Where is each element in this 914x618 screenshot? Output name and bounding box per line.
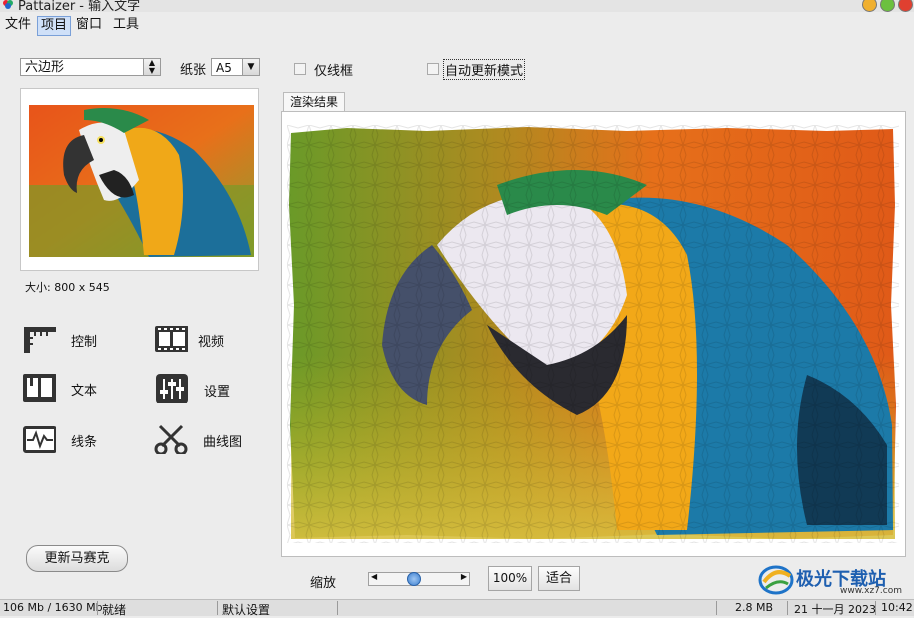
- spinner-arrows-icon[interactable]: ▲ ▼: [143, 59, 160, 75]
- paper-select[interactable]: A5 ▼: [211, 58, 260, 76]
- mosaic-render-image: [287, 125, 899, 543]
- update-mosaic-button[interactable]: 更新马赛克: [26, 545, 128, 572]
- zoom-fit-button[interactable]: 适合: [538, 566, 580, 591]
- arrow-left-icon[interactable]: ◀: [371, 572, 377, 581]
- menu-file[interactable]: 文件: [2, 16, 34, 34]
- paper-label: 纸张: [180, 63, 207, 78]
- zoom-label: 缩放: [310, 576, 337, 591]
- chevron-down-icon[interactable]: ▼: [242, 59, 259, 75]
- status-filesize: 2.8 MB: [735, 601, 774, 614]
- tool-video-label: 视频: [198, 335, 225, 350]
- minimize-button[interactable]: [862, 0, 877, 12]
- menu-bar: 文件 项目 窗口 工具: [0, 14, 914, 36]
- zoom-slider[interactable]: ◀ ▶: [368, 572, 470, 586]
- zoom-100-button[interactable]: 100%: [488, 566, 532, 591]
- shape-select[interactable]: 六边形 ▲ ▼: [20, 58, 161, 76]
- scissors-icon: [154, 424, 188, 454]
- render-panel: [281, 111, 906, 557]
- app-logo-icon: [3, 0, 13, 9]
- zoom-slider-thumb[interactable]: [406, 572, 421, 586]
- auto-update-checkbox[interactable]: [427, 63, 439, 75]
- wireframe-label: 仅线框: [314, 64, 354, 79]
- shape-select-value: 六边形: [25, 60, 65, 75]
- menu-window[interactable]: 窗口: [73, 16, 105, 34]
- menu-project[interactable]: 项目: [37, 16, 72, 36]
- menu-tools[interactable]: 工具: [110, 16, 142, 34]
- status-preset: 默认设置: [222, 603, 271, 617]
- close-button[interactable]: [898, 0, 913, 12]
- thumbnail-frame: [20, 88, 259, 271]
- thumbnail-image: [29, 105, 254, 257]
- window-title: Pattaizer - 输入文字: [18, 0, 141, 12]
- tool-curves-label: 曲线图: [203, 435, 243, 450]
- image-size-label: 大小: 800 x 545: [25, 281, 110, 294]
- arrow-right-icon[interactable]: ▶: [461, 572, 467, 581]
- status-bar: 106 Mb / 1630 Mb 就绪 默认设置 2.8 MB 21 十一月 2…: [0, 599, 914, 617]
- tool-settings-label: 设置: [204, 385, 231, 400]
- tab-render-result[interactable]: 渲染结果: [283, 92, 345, 111]
- ruler-icon: [24, 327, 56, 353]
- watermark-url: www.xz7.com: [840, 586, 902, 596]
- status-memory: 106 Mb / 1630 Mb: [3, 601, 103, 614]
- auto-update-label: 自动更新模式: [443, 59, 526, 80]
- status-time: 10:42: [881, 601, 913, 614]
- paper-select-value: A5: [216, 61, 232, 75]
- title-bar: Pattaizer - 输入文字: [0, 0, 914, 12]
- tool-lines-label: 线条: [71, 435, 98, 450]
- film-icon: [155, 326, 188, 352]
- tool-control-label: 控制: [71, 335, 98, 350]
- waveform-icon: [23, 426, 56, 453]
- status-state: 就绪: [102, 603, 127, 617]
- sliders-icon: [156, 374, 188, 403]
- wireframe-checkbox[interactable]: [294, 63, 306, 75]
- aurora-logo-icon: [758, 565, 794, 595]
- watermark-logo: 极光下载站 www.xz7.com: [758, 562, 908, 598]
- tool-text-label: 文本: [71, 384, 98, 399]
- maximize-button[interactable]: [880, 0, 895, 12]
- book-icon: [23, 374, 56, 402]
